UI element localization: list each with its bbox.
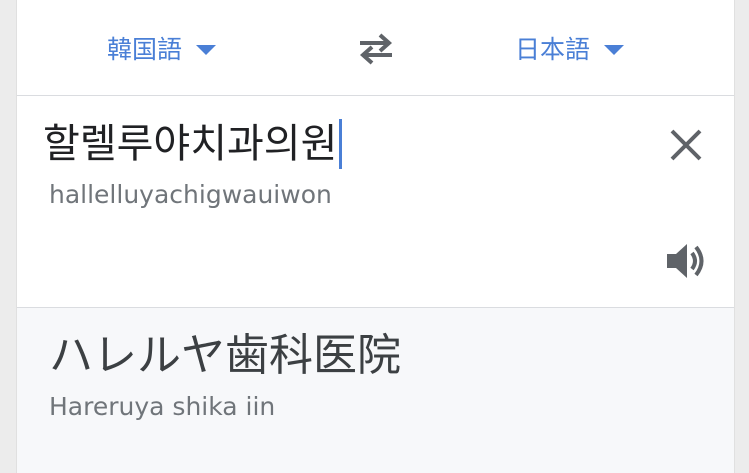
target-language-selector[interactable]: 日本語 xyxy=(515,28,625,68)
source-input-area[interactable]: 할렐루야치과의원 hallelluyachigwauiwon xyxy=(17,96,734,308)
translate-card: 韓国語 日本語 할렐루야치과의원 hallelluyachigwauiwon ハ… xyxy=(16,0,735,473)
translation-output-area: ハレルヤ歯科医院 Hareruya shika iin xyxy=(17,308,734,473)
translated-text: ハレルヤ歯科医院 xyxy=(49,330,401,381)
close-icon xyxy=(670,129,702,161)
speaker-icon xyxy=(667,244,704,278)
source-language-label: 韓国語 xyxy=(107,35,183,64)
listen-source-button[interactable] xyxy=(664,240,710,282)
chevron-down-icon xyxy=(196,45,217,55)
chevron-down-icon xyxy=(604,45,625,55)
source-text: 할렐루야치과의원 xyxy=(43,121,338,167)
language-bar: 韓国語 日本語 xyxy=(17,0,734,96)
source-transliteration: hallelluyachigwauiwon xyxy=(49,180,332,209)
clear-input-button[interactable] xyxy=(665,124,707,166)
swap-arrows-icon xyxy=(359,33,393,65)
swap-languages-button[interactable] xyxy=(353,26,399,70)
source-text-field[interactable]: 할렐루야치과의원 xyxy=(43,116,343,172)
translated-transliteration: Hareruya shika iin xyxy=(49,392,276,421)
target-language-label: 日本語 xyxy=(515,35,591,64)
source-language-selector[interactable]: 韓国語 xyxy=(107,28,217,68)
text-cursor xyxy=(339,119,343,169)
